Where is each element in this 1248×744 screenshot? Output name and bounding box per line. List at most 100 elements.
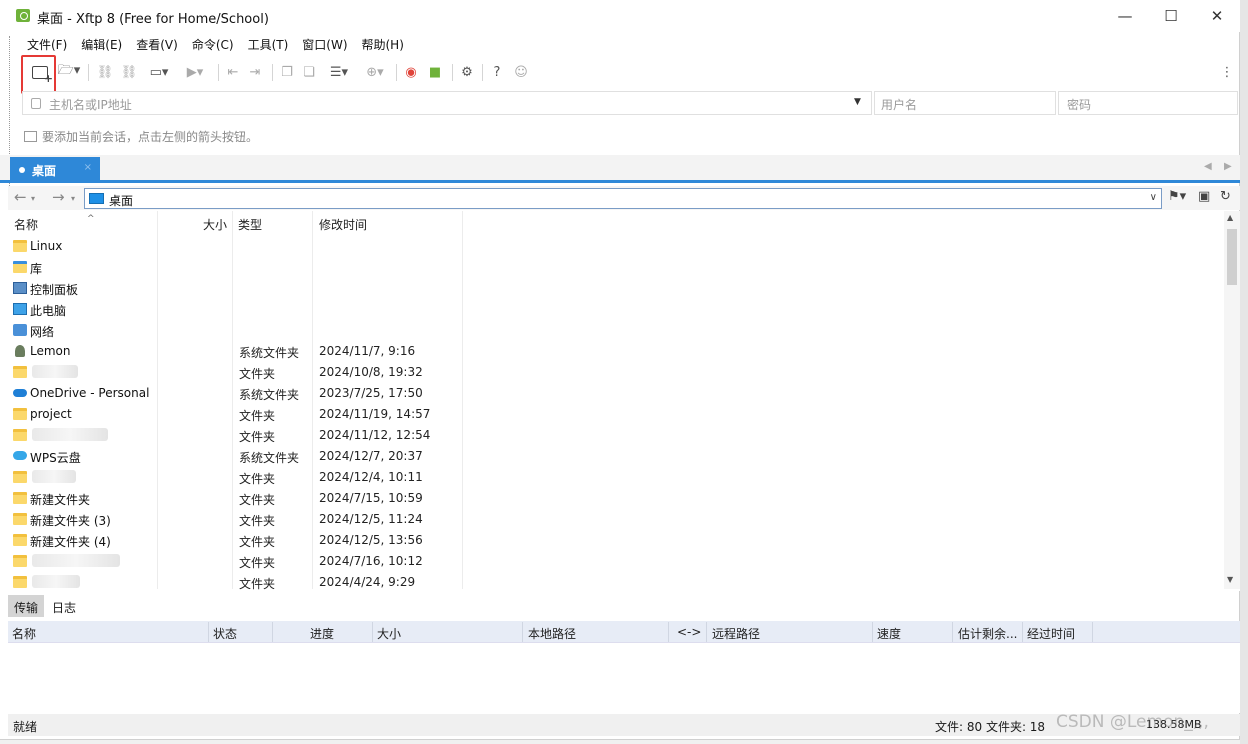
file-row[interactable]: 文件夹 2024/7/16, 10:12 <box>8 551 468 572</box>
paste-button[interactable]: ❏ <box>300 63 318 81</box>
menu-view[interactable]: 查看(V) <box>129 34 185 54</box>
username-input[interactable]: 用户名 <box>874 91 1056 115</box>
refresh-icon[interactable]: ↻ <box>1220 189 1231 204</box>
file-row[interactable]: OneDrive - Personal 系统文件夹 2023/7/25, 17:… <box>8 383 468 404</box>
tab-desktop[interactable]: 桌面 × <box>10 157 100 183</box>
transfer-button[interactable]: ▶▾ <box>180 63 210 81</box>
xftp-button[interactable]: ■ <box>426 63 444 81</box>
th-local-path[interactable]: 本地路径 <box>528 625 576 642</box>
th-separator <box>208 622 209 642</box>
tab-next-icon[interactable]: ▶ <box>1224 161 1232 172</box>
file-row[interactable]: 网络 <box>8 320 468 341</box>
file-row[interactable]: Lemon 系统文件夹 2024/11/7, 9:16 <box>8 341 468 362</box>
file-row[interactable]: project 文件夹 2024/11/19, 14:57 <box>8 404 468 425</box>
file-row[interactable]: 库 <box>8 257 468 278</box>
open-session-button[interactable]: 🗁▾ <box>56 63 82 81</box>
file-row[interactable]: 新建文件夹 文件夹 2024/7/15, 10:59 <box>8 488 468 509</box>
th-speed[interactable]: 速度 <box>877 625 901 642</box>
bookmark-icon[interactable]: ⚑▾ <box>1168 189 1186 204</box>
tab-close-icon[interactable]: × <box>84 162 92 173</box>
menu-window[interactable]: 窗口(W) <box>295 34 354 54</box>
tab-log[interactable]: 日志 <box>46 595 82 617</box>
menu-tools[interactable]: 工具(T) <box>241 34 296 54</box>
tab-label: 桌面 <box>32 164 57 178</box>
new-folder-icon[interactable]: ▣ <box>1198 189 1210 204</box>
navigation-bar: ← ▾ → ▾ 桌面 ∨ ⚑▾ ▣ ↻ <box>8 186 1240 210</box>
encoding-button[interactable]: ⊕▾ <box>360 63 390 81</box>
th-elapsed[interactable]: 经过时间 <box>1027 625 1075 642</box>
file-row[interactable]: Linux <box>8 236 468 257</box>
xftp-window: 桌面 - Xftp 8 (Free for Home/School) — ☐ ✕… <box>0 0 1240 740</box>
th-eta[interactable]: 估计剩余... <box>958 625 1017 642</box>
col-header-type[interactable]: 类型 <box>238 216 262 233</box>
xshell-button[interactable]: ◉ <box>402 63 420 81</box>
upload-button[interactable]: ⇥ <box>246 63 264 81</box>
th-remote-path[interactable]: 远程路径 <box>712 625 760 642</box>
file-row[interactable]: 文件夹 2024/11/12, 12:54 <box>8 425 468 446</box>
back-dropdown-icon[interactable]: ▾ <box>31 194 35 203</box>
th-name[interactable]: 名称 <box>12 625 36 642</box>
new-session-highlight <box>21 55 56 94</box>
menu-help[interactable]: 帮助(H) <box>355 34 411 54</box>
back-icon[interactable]: ← <box>14 188 27 206</box>
forward-icon[interactable]: → <box>52 188 65 206</box>
host-dropdown-icon[interactable]: ▼ <box>854 97 861 107</box>
help-button[interactable]: ? <box>488 63 506 81</box>
copy-button[interactable]: ❐ <box>278 63 296 81</box>
file-row[interactable]: 文件夹 2024/4/24, 9:29 <box>8 572 468 593</box>
scrollbar-thumb[interactable] <box>1227 229 1237 285</box>
tab-transfer[interactable]: 传输 <box>8 595 45 617</box>
options-button[interactable]: ⚙ <box>458 63 476 81</box>
file-type: 文件夹 <box>239 556 276 570</box>
add-session-icon <box>24 131 37 142</box>
chat-button[interactable]: ☺ <box>512 63 530 81</box>
file-row[interactable]: 文件夹 2024/10/8, 19:32 <box>8 362 468 383</box>
file-row[interactable]: WPS云盘 系统文件夹 2024/12/7, 20:37 <box>8 446 468 467</box>
forward-dropdown-icon[interactable]: ▾ <box>71 194 75 203</box>
copy-icon: ❐ <box>281 64 293 80</box>
th-status[interactable]: 状态 <box>213 625 237 642</box>
file-row[interactable]: 控制面板 <box>8 278 468 299</box>
folder-open-icon: 🗁▾ <box>57 63 81 78</box>
network-icon <box>13 324 27 336</box>
file-row[interactable]: 新建文件夹 (3) 文件夹 2024/12/5, 11:24 <box>8 509 468 530</box>
th-direction[interactable]: <-> <box>677 625 701 639</box>
path-dropdown-icon[interactable]: ∨ <box>1150 192 1157 203</box>
menu-file[interactable]: 文件(F) <box>20 34 74 54</box>
col-header-name[interactable]: 名称 ^ <box>14 214 95 233</box>
file-list-scrollbar[interactable]: ▲ ▼ <box>1224 211 1240 589</box>
path-input[interactable]: 桌面 ∨ <box>84 188 1162 209</box>
disconnect-button[interactable]: ⛓ <box>96 63 114 81</box>
new-window-button[interactable]: ▭▾ <box>144 63 174 81</box>
xftp-logo-icon <box>16 9 30 22</box>
computer-icon <box>13 303 27 315</box>
file-type: 文件夹 <box>239 367 276 381</box>
download-button[interactable]: ⇤ <box>224 63 242 81</box>
th-progress[interactable]: 进度 <box>310 625 334 642</box>
col-header-modified[interactable]: 修改时间 <box>319 216 367 233</box>
file-row[interactable]: 文件夹 2024/12/4, 10:11 <box>8 467 468 488</box>
arrow-right-box-icon: ⇥ <box>249 64 261 80</box>
view-mode-button[interactable]: ☰▾ <box>324 63 354 81</box>
file-type: 文件夹 <box>239 493 276 507</box>
password-input[interactable]: 密码 <box>1058 91 1238 115</box>
menu-command[interactable]: 命令(C) <box>185 34 241 54</box>
file-row[interactable]: 此电脑 <box>8 299 468 320</box>
minimize-button[interactable]: — <box>1102 0 1148 32</box>
file-name: Lemon <box>30 344 71 358</box>
maximize-button[interactable]: ☐ <box>1148 0 1194 32</box>
cloud-icon <box>13 451 27 460</box>
menu-edit[interactable]: 编辑(E) <box>74 34 129 54</box>
col-header-size[interactable]: 大小 <box>203 216 227 233</box>
scroll-down-icon[interactable]: ▼ <box>1227 575 1233 584</box>
file-row[interactable]: 新建文件夹 (4) 文件夹 2024/12/5, 13:56 <box>8 530 468 551</box>
close-button[interactable]: ✕ <box>1194 0 1240 32</box>
tab-prev-icon[interactable]: ◀ <box>1204 161 1212 172</box>
reconnect-button[interactable]: ⛓ <box>120 63 138 81</box>
host-input[interactable]: 主机名或IP地址 <box>22 91 872 115</box>
scroll-up-icon[interactable]: ▲ <box>1227 213 1233 222</box>
file-modified: 2024/10/8, 19:32 <box>319 365 423 379</box>
th-size[interactable]: 大小 <box>377 625 401 642</box>
title-bar: 桌面 - Xftp 8 (Free for Home/School) — ☐ ✕ <box>0 0 1240 32</box>
more-options-button[interactable]: ⋮ <box>1221 63 1234 81</box>
